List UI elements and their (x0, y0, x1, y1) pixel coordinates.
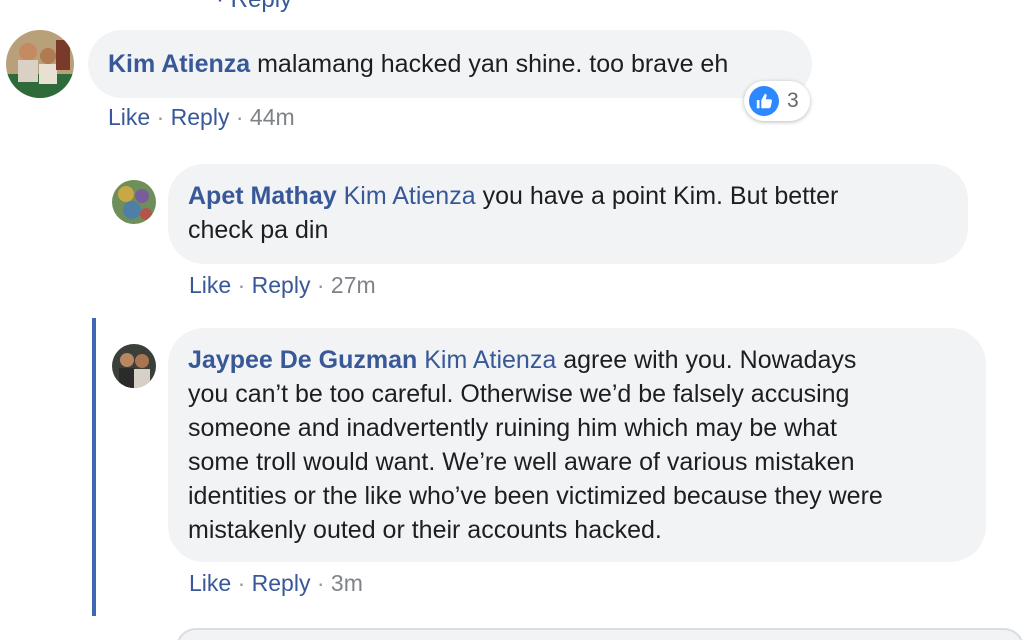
separator: · (237, 570, 252, 596)
thread-highlight-line (92, 318, 96, 616)
avatar-photo (112, 344, 156, 388)
comment-bubble: Kim Atienza malamang hacked yan shine. t… (88, 30, 812, 98)
avatar[interactable] (6, 30, 74, 98)
like-link[interactable]: Like (189, 570, 231, 596)
comment-actions: Like · Reply · 44m (108, 104, 295, 131)
thumbs-up-icon (749, 86, 779, 116)
comment-actions: Like · Reply · 27m (189, 272, 376, 299)
separator: · (237, 272, 252, 298)
comment-text: you have a point Kim. But better (482, 182, 839, 210)
separator: · (156, 104, 171, 130)
avatar[interactable] (112, 180, 156, 224)
timestamp[interactable]: 27m (331, 272, 376, 298)
comment-text: malamang hacked yan shine. too brave eh (257, 50, 729, 78)
previous-actions-fragment[interactable]: · Reply (216, 0, 292, 14)
reaction-count: 3 (787, 89, 799, 112)
mention-link[interactable]: Kim Atienza (424, 346, 556, 374)
separator: · (235, 104, 250, 130)
timestamp[interactable]: 44m (250, 104, 295, 130)
mention-link[interactable]: Kim Atienza (344, 182, 476, 210)
comment-actions: Like · Reply · 3m (189, 570, 363, 597)
comment-text: check pa din (188, 216, 329, 244)
reaction-summary[interactable]: 3 (744, 81, 810, 121)
comment-author[interactable]: Kim Atienza (108, 50, 250, 78)
avatar-photo (112, 180, 156, 224)
reply-link[interactable]: Reply (252, 570, 311, 596)
separator: · (316, 570, 331, 596)
comment-text: agree with you. Nowadays (563, 346, 857, 374)
comment-text: some troll would want. We’re well aware … (188, 448, 855, 476)
comment-thread: · Reply Kim Atienza malamang hacked yan … (0, 0, 1024, 640)
comment-text: someone and inadvertently ruining him wh… (188, 414, 837, 442)
reply-link[interactable]: Reply (252, 272, 311, 298)
reply-link[interactable]: Reply (171, 104, 230, 130)
comment-author[interactable]: Apet Mathay (188, 182, 337, 210)
comment-author[interactable]: Jaypee De Guzman (188, 346, 417, 374)
avatar-photo (6, 30, 74, 98)
timestamp[interactable]: 3m (331, 570, 363, 596)
comment-text: mistakenly outed or their accounts hacke… (188, 516, 662, 544)
reply-input[interactable] (176, 628, 1024, 640)
comment-bubble: Apet Mathay Kim Atienza you have a point… (168, 164, 968, 264)
avatar[interactable] (112, 344, 156, 388)
comment-text: you can’t be too careful. Otherwise we’d… (188, 380, 850, 408)
like-link[interactable]: Like (189, 272, 231, 298)
separator: · (316, 272, 331, 298)
comment-bubble: Jaypee De Guzman Kim Atienza agree with … (168, 328, 986, 562)
like-link[interactable]: Like (108, 104, 150, 130)
comment-text: identities or the like who’ve been victi… (188, 482, 883, 510)
